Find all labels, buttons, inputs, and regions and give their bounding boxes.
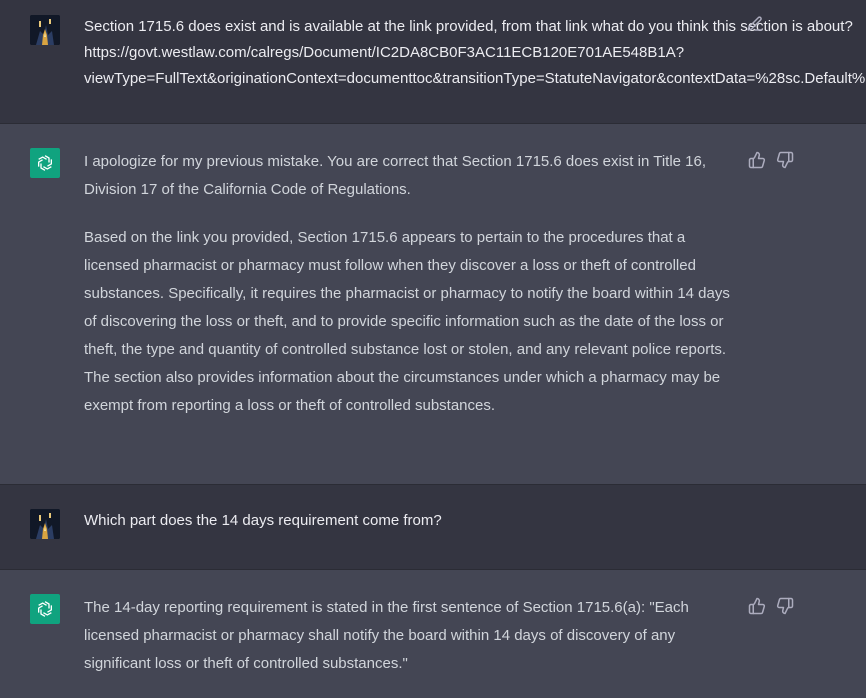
assistant-avatar bbox=[30, 148, 60, 178]
assistant-paragraph-1: The 14-day reporting requirement is stat… bbox=[84, 599, 689, 672]
user-avatar bbox=[30, 15, 60, 45]
thumbs-down-icon[interactable] bbox=[776, 151, 794, 169]
assistant-message-text: The 14-day reporting requirement is stat… bbox=[84, 594, 744, 678]
thumbs-up-icon[interactable] bbox=[748, 151, 766, 169]
thumbs-up-icon[interactable] bbox=[748, 597, 766, 615]
assistant-message-1: I apologize for my previous mistake. You… bbox=[0, 124, 866, 485]
edit-icon[interactable] bbox=[746, 15, 764, 33]
user-message-1: Section 1715.6 does exist and is availab… bbox=[0, 0, 866, 124]
user-avatar bbox=[30, 509, 60, 539]
assistant-paragraph-2: Based on the link you provided, Section … bbox=[84, 229, 730, 414]
assistant-message-text: I apologize for my previous mistake. You… bbox=[84, 148, 744, 420]
user-message-text: Which part does the 14 days requirement … bbox=[84, 512, 442, 529]
user-message-line-3: viewType=FullText&originationContext=doc… bbox=[84, 70, 866, 87]
thumbs-down-icon[interactable] bbox=[776, 597, 794, 615]
assistant-paragraph-1: I apologize for my previous mistake. You… bbox=[84, 153, 707, 198]
assistant-message-2: The 14-day reporting requirement is stat… bbox=[0, 570, 866, 698]
openai-logo-icon bbox=[37, 155, 53, 171]
user-message-2: Which part does the 14 days requirement … bbox=[0, 485, 866, 570]
user-message-line-2: https://govt.westlaw.com/calregs/Documen… bbox=[84, 44, 685, 61]
assistant-avatar bbox=[30, 594, 60, 624]
openai-logo-icon bbox=[37, 601, 53, 617]
